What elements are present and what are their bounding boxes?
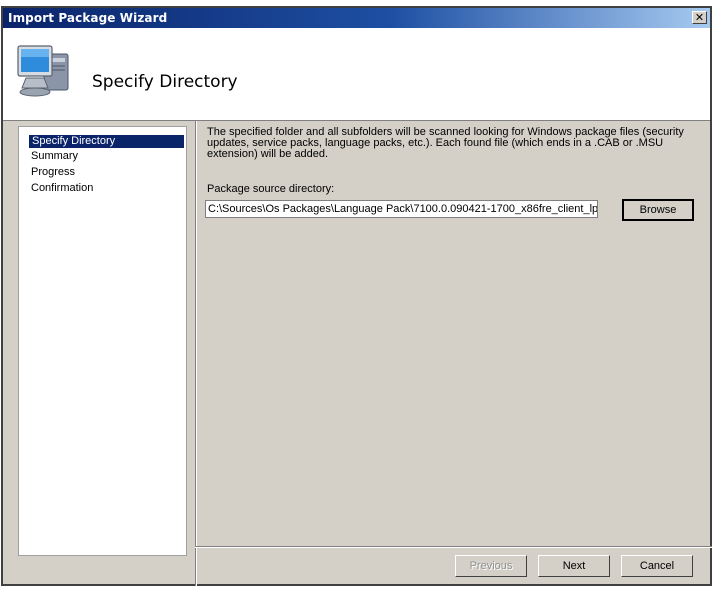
footer-divider xyxy=(195,546,712,548)
content-divider xyxy=(195,121,197,586)
step-confirmation[interactable]: Confirmation xyxy=(29,182,95,195)
page-title: Specify Directory xyxy=(92,72,238,92)
source-directory-input[interactable]: C:\Sources\Os Packages\Language Pack\710… xyxy=(205,200,598,218)
cancel-button[interactable]: Cancel xyxy=(621,555,693,577)
wizard-steps: Specify Directory Summary Progress Confi… xyxy=(18,126,187,556)
source-directory-label: Package source directory: xyxy=(207,183,335,195)
description-text: The specified folder and all subfolders … xyxy=(207,126,684,160)
browse-button[interactable]: Browse xyxy=(622,199,694,221)
step-summary[interactable]: Summary xyxy=(29,150,80,163)
window-title: Import Package Wizard xyxy=(8,11,168,25)
computer-icon xyxy=(17,45,69,97)
close-button[interactable]: ✕ xyxy=(692,11,707,24)
wizard-header: Specify Directory xyxy=(3,28,710,121)
previous-button[interactable]: Previous xyxy=(455,555,527,577)
title-bar[interactable]: Import Package Wizard ✕ xyxy=(3,8,710,28)
next-button[interactable]: Next xyxy=(538,555,610,577)
step-progress[interactable]: Progress xyxy=(29,166,77,179)
step-specify-directory[interactable]: Specify Directory xyxy=(29,135,184,148)
close-icon: ✕ xyxy=(694,11,705,24)
